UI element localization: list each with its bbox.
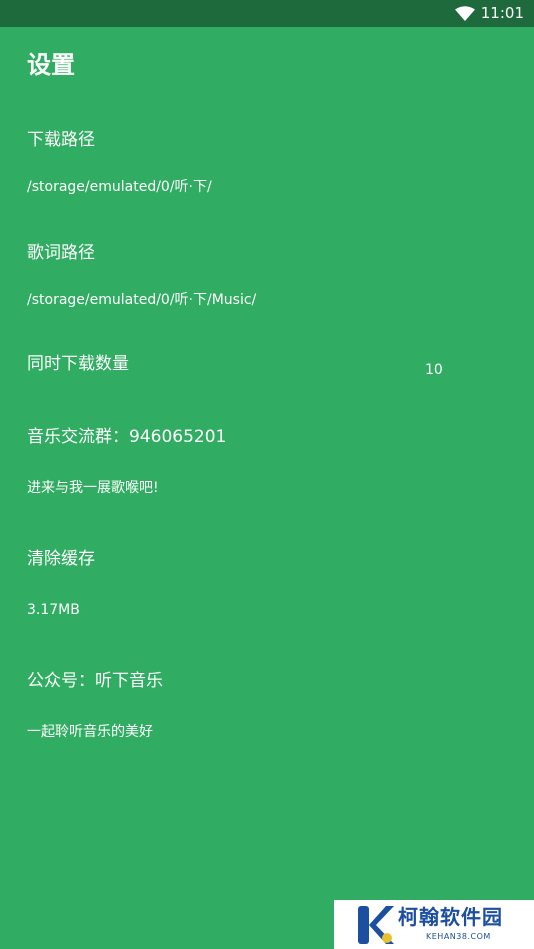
setting-concurrent-downloads[interactable]: 同时下载数量 10 — [0, 352, 534, 392]
watermark: 柯翰软件园 KEHAN38.COM — [334, 900, 534, 949]
setting-title: 音乐交流群：946065201 — [27, 427, 227, 447]
setting-lyrics-path[interactable]: 歌词路径 /storage/emulated/0/听·下/Music/ — [0, 241, 534, 321]
setting-title: 下载路径 — [27, 130, 95, 150]
setting-clear-cache[interactable]: 清除缓存 3.17MB — [0, 547, 534, 627]
setting-subtitle: /storage/emulated/0/听·下/Music/ — [27, 292, 257, 308]
k-logo-icon — [358, 906, 394, 944]
setting-subtitle: 一起聆听音乐的美好 — [27, 724, 153, 740]
setting-title: 同时下载数量 — [27, 354, 129, 374]
wifi-icon — [455, 6, 475, 21]
setting-subtitle: 3.17MB — [27, 602, 80, 618]
setting-title: 歌词路径 — [27, 243, 95, 263]
setting-value: 10 — [425, 362, 443, 378]
watermark-domain: KEHAN38.COM — [426, 932, 491, 941]
setting-music-group[interactable]: 音乐交流群：946065201 进来与我一展歌喉吧! — [0, 425, 534, 505]
setting-download-path[interactable]: 下载路径 /storage/emulated/0/听·下/ — [0, 128, 534, 208]
watermark-name: 柯翰软件园 — [398, 905, 503, 929]
setting-title: 公众号：听下音乐 — [27, 671, 163, 691]
setting-title: 清除缓存 — [27, 549, 95, 569]
setting-subtitle: /storage/emulated/0/听·下/ — [27, 179, 212, 195]
setting-subtitle: 进来与我一展歌喉吧! — [27, 480, 159, 496]
status-bar: 11:01 — [0, 0, 534, 27]
setting-official-account[interactable]: 公众号：听下音乐 一起聆听音乐的美好 — [0, 669, 534, 749]
status-time: 11:01 — [480, 4, 524, 22]
page-title: 设置 — [27, 51, 75, 79]
